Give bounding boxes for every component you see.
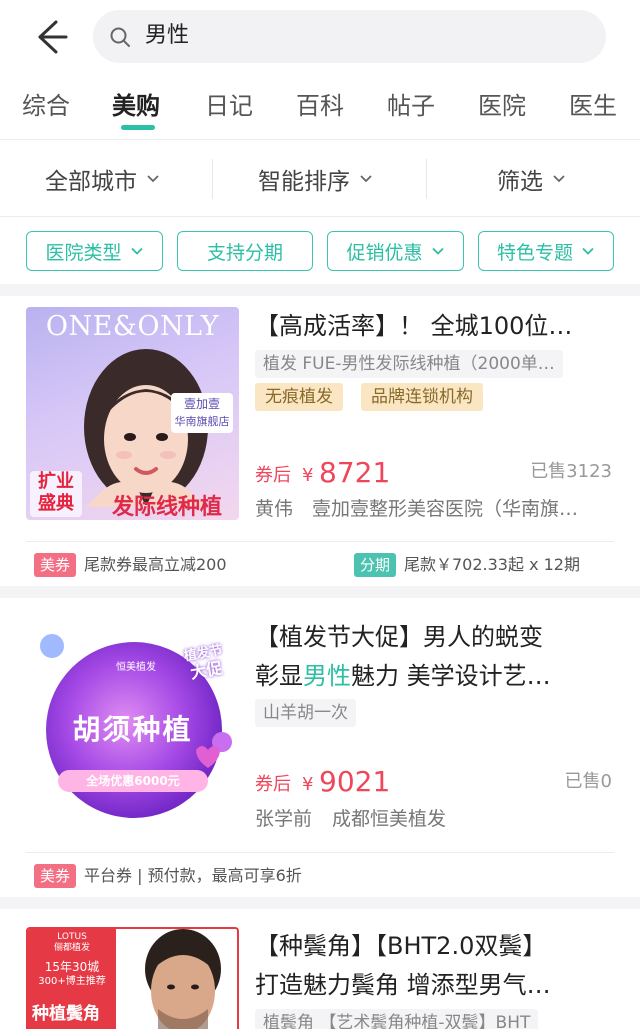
tag-chips: 医院类型 支持分期 促销优惠 特色专题 [0, 218, 640, 286]
installment-text: 尾款￥702.33起 x 12期 [404, 555, 580, 574]
thumbnail-side-panel: LOTUS 俪都植发 15年30城 300+博主推荐 种植鬓角 [28, 929, 116, 1029]
title-text: 魅力 美学设计艺… [351, 662, 551, 690]
product-subtitle: 植鬓角 【艺术鬓角种植-双鬓】BHT [255, 1009, 539, 1029]
model-portrait-image [145, 929, 221, 1029]
doctor-name: 张学前 [255, 808, 313, 830]
feature-badge: 品牌连锁机构 [361, 383, 483, 411]
price-label: 券后 [255, 465, 291, 486]
chip-label: 支持分期 [206, 241, 283, 264]
product-thumbnail: 恒美植发 植发节 大促 胡须种植 全场优惠6000元 [26, 620, 239, 833]
price-label: 券后 [255, 774, 291, 795]
product-subtitle: 山羊胡一次 [255, 699, 356, 727]
coupon-tag: 美券 [34, 864, 77, 888]
tab-diary[interactable]: 日记 [205, 90, 253, 122]
doctor-name: 黄伟 [255, 498, 294, 520]
chip-hospital-type[interactable]: 医院类型 [26, 231, 163, 271]
chip-label: 特色专题 [496, 241, 573, 264]
chevron-down-icon [431, 247, 444, 255]
hospital-name: 壹加壹整形美容医院（华南旗… [312, 498, 579, 520]
active-tab-indicator [121, 125, 155, 130]
sold-count: 已售3123 [530, 461, 612, 482]
feature-badge: 无痕植发 [255, 383, 343, 411]
screen-filter[interactable]: 筛选 [497, 161, 567, 197]
search-icon [109, 26, 131, 48]
divider [26, 852, 614, 853]
price-value: 9021 [319, 765, 391, 798]
thumbnail-caption: 种植鬓角 [32, 1004, 100, 1024]
currency-symbol: ¥ [302, 774, 314, 795]
thumbnail-line1: 15年30城 [44, 960, 100, 974]
tab-comprehensive[interactable]: 综合 [22, 90, 70, 122]
sort-filter[interactable]: 智能排序 [258, 161, 374, 197]
clinic-brand-sub: 俪都植发 [53, 943, 90, 953]
category-tabs: 综合 美购 日记 百科 帖子 医院 医生 [0, 74, 640, 140]
coupon-text: 平台券 | 预付款，最高可享6折 [84, 866, 302, 885]
promo-line2: 盛典 [38, 493, 74, 514]
product-title-line2: 彰显男性魅力 美学设计艺… [255, 659, 615, 693]
chip-label: 促销优惠 [346, 241, 423, 264]
chevron-down-icon [582, 247, 594, 255]
chevron-down-icon [553, 175, 565, 183]
filter-bar: 全部城市 智能排序 筛选 [0, 141, 640, 217]
chevron-down-icon [360, 175, 372, 183]
section-separator [0, 284, 640, 296]
thumbnail-brand: ONE&ONLY [45, 311, 220, 342]
chip-installments[interactable]: 支持分期 [177, 231, 313, 271]
top-bar: 男性 [0, 0, 640, 74]
section-separator [0, 586, 640, 598]
sold-count: 已售0 [564, 771, 612, 792]
promo-label: 扩业 盛典 [30, 471, 82, 517]
promo-banner: 全场优惠6000元 [86, 774, 180, 788]
city-filter[interactable]: 全部城市 [45, 161, 161, 197]
coupon-text: 尾款券最高立减200 [84, 555, 227, 574]
divider [26, 541, 614, 542]
tab-shopping[interactable]: 美购 [112, 90, 160, 122]
sort-filter-label: 智能排序 [258, 169, 350, 195]
coupon-tag: 美券 [34, 553, 77, 577]
section-separator [0, 897, 640, 909]
tab-hospitals[interactable]: 医院 [478, 90, 526, 122]
chevron-down-icon [130, 247, 143, 255]
clinic-logo: 恒美植发 [116, 662, 156, 673]
clinic-brand: LOTUS [57, 932, 87, 942]
chip-label: 医院类型 [45, 241, 122, 264]
title-highlight: 男性 [303, 662, 351, 690]
store-branch: 华南旗舰店 [174, 415, 230, 428]
thumbnail-caption: 发际线种植 [112, 495, 223, 520]
tab-doctors[interactable]: 医生 [569, 90, 617, 122]
tab-encyclopedia[interactable]: 百科 [296, 90, 344, 122]
thumbnail-caption: 胡须种植 [72, 713, 193, 746]
title-text: 彰显 [255, 662, 303, 690]
product-title: 【植发节大促】男人的蜕变 [255, 623, 543, 651]
product-title: 【种鬓角】【BHT2.0双鬓】 [255, 932, 547, 960]
product-title-line2: 打造魅力鬓角 增添型男气… [255, 971, 551, 999]
divider [212, 159, 213, 199]
chip-special-topics[interactable]: 特色专题 [478, 231, 614, 271]
installment-tag: 分期 [354, 553, 397, 577]
divider [426, 159, 427, 199]
back-arrow-icon[interactable] [26, 14, 72, 60]
currency-symbol: ¥ [302, 465, 314, 486]
tab-posts[interactable]: 帖子 [387, 90, 435, 122]
product-thumbnail: ONE&ONLY 壹加壹 华南旗舰店 扩业 盛典 发际线种植 [26, 307, 239, 520]
store-label: 壹加壹 华南旗舰店 [171, 393, 233, 433]
hospital-name: 成都恒美植发 [332, 808, 447, 830]
price-value: 8721 [319, 456, 391, 489]
product-title: 【高成活率】！ 全城100位… [255, 312, 573, 340]
city-filter-label: 全部城市 [45, 169, 137, 195]
product-subtitle: 植发 FUE-男性发际线种植（2000单… [255, 350, 563, 378]
chevron-down-icon [147, 175, 159, 183]
search-query: 男性 [145, 23, 190, 48]
search-input[interactable]: 男性 [93, 10, 606, 63]
thumbnail-line2: 300+博主推荐 [38, 976, 106, 987]
store-name: 壹加壹 [183, 397, 220, 411]
promo-line1: 扩业 [38, 471, 74, 492]
screen-filter-label: 筛选 [497, 169, 543, 195]
product-thumbnail: LOTUS 俪都植发 15年30城 300+博主推荐 种植鬓角 [26, 927, 239, 1029]
chip-promotions[interactable]: 促销优惠 [327, 231, 464, 271]
